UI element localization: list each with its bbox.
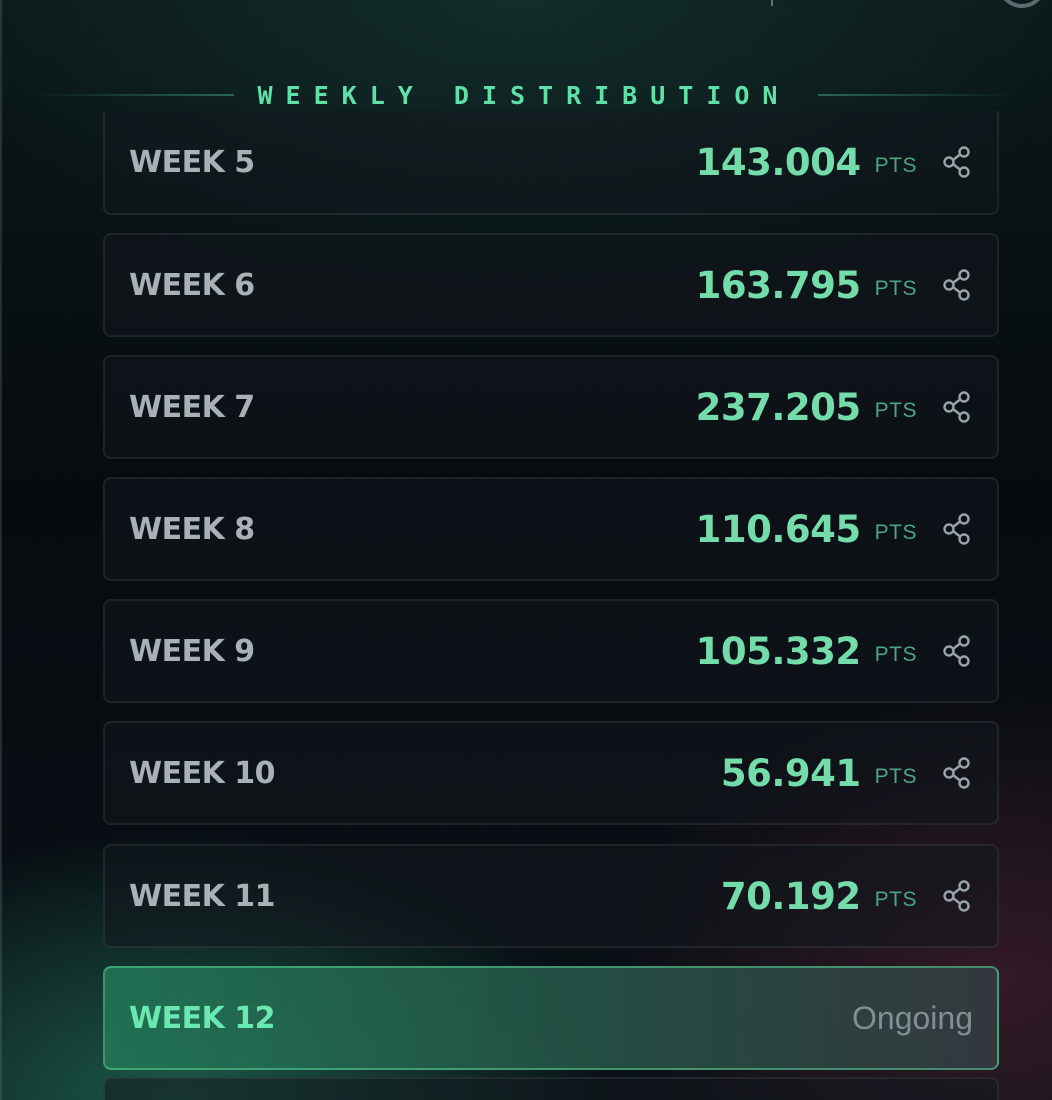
share-icon[interactable] [941, 512, 973, 546]
share-icon[interactable] [941, 390, 973, 424]
week-row[interactable]: WEEK 10 56.941 PTS [103, 721, 999, 825]
week-row[interactable]: WEEK 8 110.645 PTS [103, 477, 999, 581]
panel-left-border [0, 0, 2, 1100]
current-week-row[interactable]: WEEK 12 Ongoing [103, 966, 999, 1070]
week-label: WEEK 12 [129, 1000, 276, 1036]
week-label: WEEK 7 [129, 389, 255, 425]
points-value: 163.795 [695, 263, 862, 307]
week-label: WEEK 11 [129, 878, 276, 914]
top-divider [771, 0, 773, 6]
week-label: WEEK 10 [129, 755, 276, 791]
points-unit: PTS [874, 765, 917, 788]
week-row[interactable]: WEEK 11 70.192 PTS [103, 844, 999, 948]
share-icon[interactable] [941, 879, 973, 913]
week-label: WEEK 9 [129, 633, 255, 669]
points-unit: PTS [874, 154, 917, 177]
points-unit: PTS [874, 888, 917, 911]
points-unit: PTS [874, 277, 917, 300]
week-row[interactable]: WEEK 5 143.004 PTS [103, 111, 999, 215]
points-value: 56.941 [720, 751, 861, 795]
share-icon[interactable] [941, 145, 973, 179]
share-icon[interactable] [941, 634, 973, 668]
week-row[interactable]: WEEK 9 105.332 PTS [103, 599, 999, 703]
corner-control-icon[interactable] [998, 0, 1046, 8]
points-unit: PTS [874, 521, 917, 544]
section-header: WEEKLY DISTRIBUTION [0, 74, 1052, 116]
points-value: 110.645 [695, 507, 862, 551]
points-value: 70.192 [720, 874, 861, 918]
points-value: 143.004 [695, 140, 862, 184]
week-label: WEEK 6 [129, 267, 255, 303]
points-value: 237.205 [695, 385, 862, 429]
section-title: WEEKLY DISTRIBUTION [257, 80, 791, 110]
share-icon[interactable] [941, 268, 973, 302]
points-unit: PTS [874, 399, 917, 422]
points-unit: PTS [874, 643, 917, 666]
status-text: Ongoing [852, 999, 973, 1036]
header-line-left [33, 94, 234, 96]
points-value: 105.332 [695, 629, 862, 673]
week-label: WEEK 5 [129, 144, 255, 180]
week-row[interactable]: WEEK 6 163.795 PTS [103, 233, 999, 337]
share-icon[interactable] [941, 756, 973, 790]
week-label: WEEK 8 [129, 511, 255, 547]
header-line-right [818, 94, 1019, 96]
week-row[interactable]: WEEK 7 237.205 PTS [103, 355, 999, 459]
week-row-partial[interactable] [103, 1077, 999, 1100]
